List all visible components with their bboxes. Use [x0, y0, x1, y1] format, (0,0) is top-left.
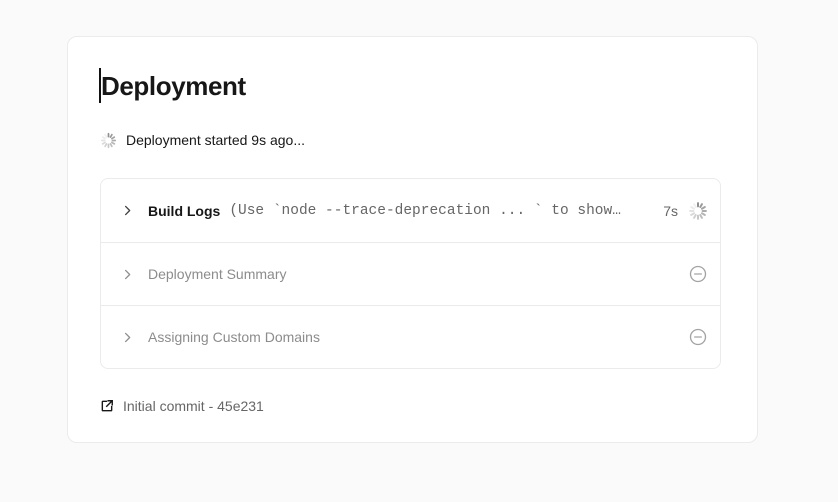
deployment-status: Deployment started 9s ago... — [100, 130, 721, 150]
row-label-deployment-summary: Deployment Summary — [148, 266, 287, 282]
deployment-card: Deployment — [67, 36, 758, 443]
chevron-right-icon — [120, 267, 135, 282]
status-text: Deployment started 9s ago... — [126, 132, 305, 148]
row-label-assigning-custom-domains: Assigning Custom Domains — [148, 329, 320, 345]
chevron-right-icon — [120, 203, 135, 218]
spinner-icon — [100, 132, 117, 149]
deployment-steps-list: Build Logs (Use `node --trace-deprecatio… — [100, 178, 721, 369]
accordion-row-build-logs[interactable]: Build Logs (Use `node --trace-deprecatio… — [101, 179, 720, 242]
external-link-icon — [100, 399, 114, 413]
spinner-icon — [688, 201, 708, 221]
chevron-right-icon — [120, 330, 135, 345]
commit-link[interactable]: Initial commit - 45e231 — [100, 396, 264, 416]
row-duration: 7s — [663, 203, 678, 219]
text-cursor — [99, 68, 101, 103]
accordion-row-assigning-custom-domains[interactable]: Assigning Custom Domains — [101, 305, 720, 368]
page-title: Deployment — [101, 71, 721, 101]
commit-label: Initial commit - 45e231 — [123, 398, 264, 414]
minus-circle-icon — [688, 264, 708, 284]
row-detail-build-logs: (Use `node --trace-deprecation ... ` to … — [229, 203, 663, 219]
row-label-build-logs: Build Logs — [148, 203, 220, 219]
minus-circle-icon — [688, 327, 708, 347]
page-title-row: Deployment — [101, 71, 721, 101]
accordion-row-deployment-summary[interactable]: Deployment Summary — [101, 242, 720, 305]
